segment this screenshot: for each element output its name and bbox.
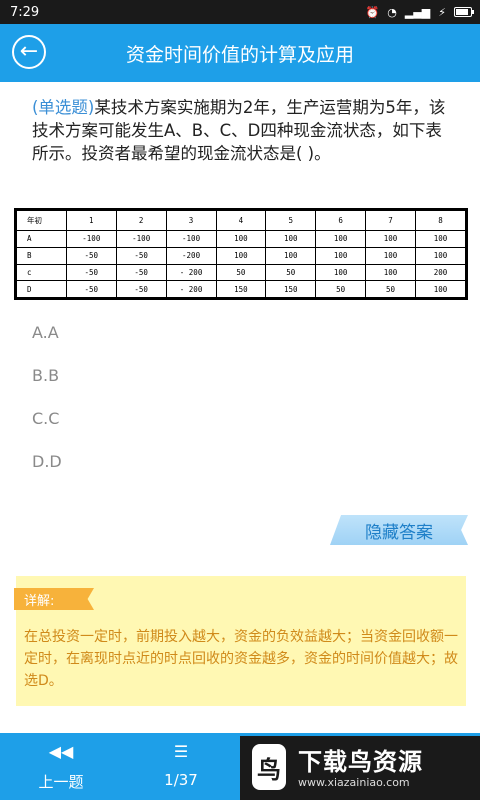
option-d[interactable]: D.D: [32, 451, 62, 494]
table-cell: D: [16, 280, 67, 298]
table-cell: 100: [215, 246, 267, 265]
table-cell: 150: [265, 280, 317, 298]
table-cell: 8: [415, 209, 466, 232]
explanation-box: 详解: 在总投资一定时，前期投入越大，资金的负效益越大；当资金回收额一定时，在离…: [14, 576, 466, 706]
status-time: 7:29: [10, 4, 40, 20]
table-cell: 7: [365, 209, 416, 232]
previous-question-button[interactable]: ◀◀ 上一题: [30, 741, 92, 792]
option-b[interactable]: B.B: [32, 365, 62, 408]
question-text: (单选题)某技术方案实施期为2年，生产运营期为5年，该技术方案可能发生A、B、C…: [32, 96, 458, 165]
table-cell: A: [16, 230, 67, 248]
table-cell: 50: [215, 263, 267, 282]
arrow-left-icon: ←: [19, 39, 39, 64]
table-cell: 150: [215, 280, 267, 298]
table-cell: 100: [365, 246, 416, 265]
table-cell: 6: [315, 209, 367, 232]
table-cell: 100: [365, 263, 416, 282]
table-cell: 2: [115, 209, 167, 232]
table-cell: -50: [65, 280, 117, 298]
table-cell: - 200: [165, 263, 217, 282]
previous-label: 上一题: [38, 773, 84, 791]
table-cell: 100: [415, 280, 466, 298]
alarm-icon: ⏰: [365, 5, 380, 19]
page-title: 资金时间价值的计算及应用: [125, 43, 354, 66]
table-cell: 100: [415, 230, 466, 248]
table-cell: 100: [315, 230, 367, 248]
bird-logo-icon: 鸟: [252, 744, 286, 790]
watermark-title: 下载鸟资源: [298, 748, 423, 776]
table-cell: c: [16, 263, 67, 282]
table-cell: 100: [315, 246, 367, 265]
table-row: D -50 -50- 200 150 150 50 50 100: [16, 280, 466, 298]
option-a[interactable]: A.A: [32, 322, 62, 365]
list-icon: ☰: [173, 742, 189, 761]
table-cell: 年初: [16, 209, 67, 232]
table-cell: -100: [65, 230, 117, 248]
hide-answer-button[interactable]: 隐藏答案: [330, 515, 468, 545]
table-row: B -50 -50 -200 100 100 100 100 100: [16, 246, 466, 265]
option-c[interactable]: C.C: [32, 408, 62, 451]
question-list-button[interactable]: ☰ 1/37: [150, 741, 212, 789]
table-cell: -50: [115, 280, 167, 298]
question-type: (单选题): [32, 98, 95, 117]
status-bar: 7:29 ⏰ ◔ ▂▄▆ ⚡: [0, 0, 480, 24]
signal-icon: ▂▄▆: [404, 5, 431, 19]
explanation-text: 在总投资一定时，前期投入越大，资金的负效益越大；当资金回收额一定时，在离现时点近…: [24, 629, 458, 689]
table-cell: 100: [265, 230, 317, 248]
table-cell: 100: [415, 246, 466, 265]
table-cell: 3: [165, 209, 217, 232]
question-body: 某技术方案实施期为2年，生产运营期为5年，该技术方案可能发生A、B、C、D四种现…: [32, 98, 446, 163]
wifi-icon: ◔: [387, 5, 397, 19]
battery-icon: [454, 7, 474, 17]
table-cell: 50: [265, 263, 317, 282]
table-row: A -100 -100 -100 100 100 100 100 100: [16, 230, 466, 248]
table-cell: -50: [65, 246, 117, 265]
table-cell: - 200: [165, 280, 217, 298]
table-cell: 50: [315, 280, 367, 298]
answer-options: A.A B.B C.C D.D: [32, 322, 62, 494]
table-row: c -50 -50- 200 50 50 100 100 200: [16, 263, 466, 282]
table-cell: 100: [215, 230, 267, 248]
charging-icon: ⚡: [438, 5, 446, 19]
cashflow-table: 年初 1 2 3 4 5 6 7 8 A -100 -100 -100 100 100 100 100 100 B -…: [14, 208, 468, 300]
table-cell: -50: [115, 263, 167, 282]
progress-label: 1/37: [164, 771, 198, 789]
table-row: 年初 1 2 3 4 5 6 7 8: [16, 209, 466, 232]
table-cell: 1: [65, 209, 117, 232]
rewind-icon: ◀◀: [48, 742, 74, 761]
watermark: 鸟 下载鸟资源 www.xiazainiao.com: [240, 736, 480, 800]
table-cell: 4: [215, 209, 267, 232]
table-cell: 100: [365, 230, 416, 248]
back-button[interactable]: ←: [12, 35, 46, 69]
table-cell: B: [16, 246, 67, 265]
table-cell: 100: [315, 263, 367, 282]
table-cell: 5: [265, 209, 317, 232]
app-header: ← 资金时间价值的计算及应用: [0, 24, 480, 82]
watermark-url: www.xiazainiao.com: [298, 776, 410, 789]
table-cell: -50: [65, 263, 117, 282]
table-cell: -100: [165, 230, 217, 248]
table-cell: -200: [165, 246, 217, 265]
table-cell: 100: [265, 246, 317, 265]
table-cell: -100: [115, 230, 167, 248]
explanation-tag: 详解:: [14, 588, 94, 610]
table-cell: 200: [415, 263, 466, 282]
table-cell: -50: [115, 246, 167, 265]
status-icons: ⏰ ◔ ▂▄▆ ⚡: [365, 5, 474, 19]
table-cell: 50: [365, 280, 416, 298]
